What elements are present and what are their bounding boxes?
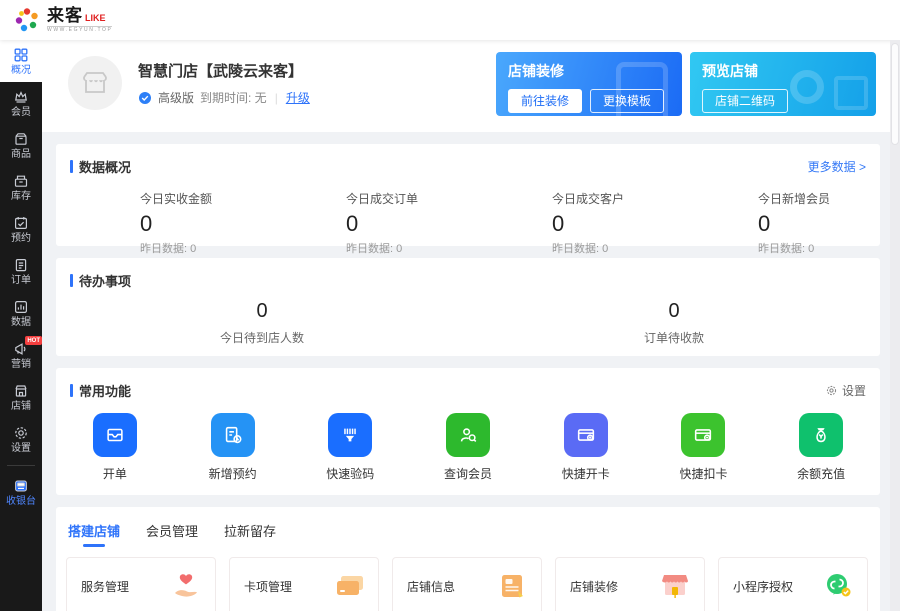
scrollbar-thumb[interactable] — [891, 43, 899, 145]
logo-tag: LIKE — [85, 14, 106, 24]
app-logo: 来客 LIKE WWW.EGYUN.TOP — [12, 5, 112, 35]
sidebar-nav: 概况 会员 商品 库存 预约 订单 数据 HOT 营销 — [0, 40, 42, 611]
overview-title: 数据概况 — [79, 157, 131, 176]
billing-icon — [104, 424, 126, 446]
sidebar-item-data[interactable]: 数据 — [0, 292, 42, 334]
data-icon — [13, 299, 29, 315]
build-card-card-items[interactable]: 卡项管理 — [229, 557, 379, 611]
main-content: 智慧门店【武陵云来客】 高级版 到期时间: 无 | 升级 店铺装修 前往装修 更… — [42, 40, 900, 611]
sidebar-item-marketing[interactable]: HOT 营销 — [0, 334, 42, 376]
build-section-card: 搭建店铺 会员管理 拉新留存 服务管理 卡项管理 店铺信息 店铺装修 小程序授 — [56, 507, 880, 611]
store-expire-label: 到期时间: 无 — [200, 89, 267, 106]
gear-icon — [825, 384, 838, 397]
sidebar-divider — [7, 465, 35, 466]
search-member-icon — [457, 424, 479, 446]
shop-icon — [13, 383, 29, 399]
service-heart-icon — [169, 571, 203, 601]
todo-pending-payment: 0 订单待收款 — [468, 300, 880, 346]
stat-today-customers: 今日成交客户 0 昨日数据: 0 — [468, 190, 674, 256]
add-booking-icon — [222, 424, 244, 446]
recharge-icon — [810, 424, 832, 446]
sidebar-item-cashier[interactable]: 收银台 — [0, 471, 42, 513]
verified-badge-icon — [138, 91, 152, 105]
quick-action-search-member[interactable]: 查询会员 — [409, 413, 527, 482]
more-data-link[interactable]: 更多数据 > — [808, 158, 866, 175]
shop-info-icon — [495, 571, 529, 601]
quick-action-deduct-card[interactable]: 快捷扣卡 — [645, 413, 763, 482]
build-card-service[interactable]: 服务管理 — [66, 557, 216, 611]
section-bar — [70, 160, 73, 173]
build-card-miniprogram-auth[interactable]: 小程序授权 — [718, 557, 868, 611]
go-decorate-button[interactable]: 前往装修 — [508, 89, 582, 113]
shop-qrcode-button[interactable]: 店铺二维码 — [702, 89, 788, 113]
logo-site-url: WWW.EGYUN.TOP — [47, 26, 112, 33]
quick-action-add-booking[interactable]: 新增预约 — [174, 413, 292, 482]
scrollbar-track[interactable] — [890, 40, 900, 611]
quick-actions-card: 常用功能 设置 开单 新增预约 — [56, 368, 880, 495]
open-card-icon — [575, 424, 597, 446]
store-name: 智慧门店【武陵云来客】 — [138, 60, 310, 81]
quick-title: 常用功能 — [79, 381, 131, 400]
store-plan-label: 高级版 — [158, 89, 194, 106]
member-icon — [13, 89, 29, 105]
sidebar-item-orders[interactable]: 订单 — [0, 250, 42, 292]
top-header: 来客 LIKE WWW.EGYUN.TOP — [0, 0, 900, 40]
sidebar-item-booking[interactable]: 预约 — [0, 208, 42, 250]
upgrade-link[interactable]: 升级 — [286, 89, 310, 106]
section-bar — [70, 384, 73, 397]
quick-action-scan-code[interactable]: 快速验码 — [291, 413, 409, 482]
card-items-icon — [332, 571, 366, 601]
tab-build-shop[interactable]: 搭建店铺 — [68, 521, 120, 549]
stat-new-members: 今日新增会员 0 昨日数据: 0 — [674, 190, 880, 256]
settings-gear-icon — [13, 425, 29, 441]
storefront-icon — [80, 68, 110, 98]
store-header-band: 智慧门店【武陵云来客】 高级版 到期时间: 无 | 升级 店铺装修 前往装修 更… — [42, 40, 890, 132]
change-template-button[interactable]: 更换模板 — [590, 89, 664, 113]
section-bar — [70, 274, 73, 287]
tab-member-management[interactable]: 会员管理 — [146, 521, 198, 549]
cashier-icon — [13, 478, 29, 494]
hot-badge: HOT — [25, 336, 42, 345]
store-avatar — [68, 56, 122, 110]
promo-decorate-title: 店铺装修 — [508, 61, 670, 81]
goods-icon — [13, 131, 29, 147]
quick-action-open-card[interactable]: 快捷开卡 — [527, 413, 645, 482]
sidebar-item-overview[interactable]: 概况 — [0, 40, 42, 82]
promo-card-decorate: 店铺装修 前往装修 更换模板 — [496, 52, 682, 116]
todo-arrivals: 0 今日待到店人数 — [56, 300, 468, 346]
promo-card-preview: 预览店铺 店铺二维码 — [690, 52, 876, 116]
data-overview-card: 数据概况 更多数据 > 今日实收金额 0 昨日数据: 0 今日成交订单 0 昨日… — [56, 144, 880, 246]
todo-title: 待办事项 — [79, 271, 131, 290]
logo-name: 来客 — [47, 7, 83, 24]
sidebar-item-inventory[interactable]: 库存 — [0, 166, 42, 208]
todo-card: 待办事项 0 今日待到店人数 0 订单待收款 — [56, 258, 880, 356]
stat-today-revenue: 今日实收金额 0 昨日数据: 0 — [56, 190, 262, 256]
sidebar-item-shop[interactable]: 店铺 — [0, 376, 42, 418]
quick-action-billing[interactable]: 开单 — [56, 413, 174, 482]
sidebar-item-settings[interactable]: 设置 — [0, 418, 42, 460]
sidebar-item-goods[interactable]: 商品 — [0, 124, 42, 166]
shop-decorate-icon — [658, 571, 692, 601]
deduct-card-icon — [692, 424, 714, 446]
logo-pinwheel-icon — [12, 5, 42, 35]
tab-acquisition-retention[interactable]: 拉新留存 — [224, 521, 276, 549]
quick-action-recharge[interactable]: 余额充值 — [762, 413, 880, 482]
quick-settings-button[interactable]: 设置 — [825, 382, 866, 399]
order-icon — [13, 257, 29, 273]
store-info: 智慧门店【武陵云来客】 高级版 到期时间: 无 | 升级 — [68, 56, 310, 110]
grid-icon — [13, 47, 29, 63]
miniprogram-auth-icon — [821, 571, 855, 601]
build-card-shop-decorate[interactable]: 店铺装修 — [555, 557, 705, 611]
sidebar-item-members[interactable]: 会员 — [0, 82, 42, 124]
booking-icon — [13, 215, 29, 231]
stat-today-orders: 今日成交订单 0 昨日数据: 0 — [262, 190, 468, 256]
scan-code-icon — [339, 424, 361, 446]
meta-divider: | — [275, 91, 278, 105]
promo-preview-title: 预览店铺 — [702, 61, 864, 81]
build-card-shop-info[interactable]: 店铺信息 — [392, 557, 542, 611]
inventory-icon — [13, 173, 29, 189]
